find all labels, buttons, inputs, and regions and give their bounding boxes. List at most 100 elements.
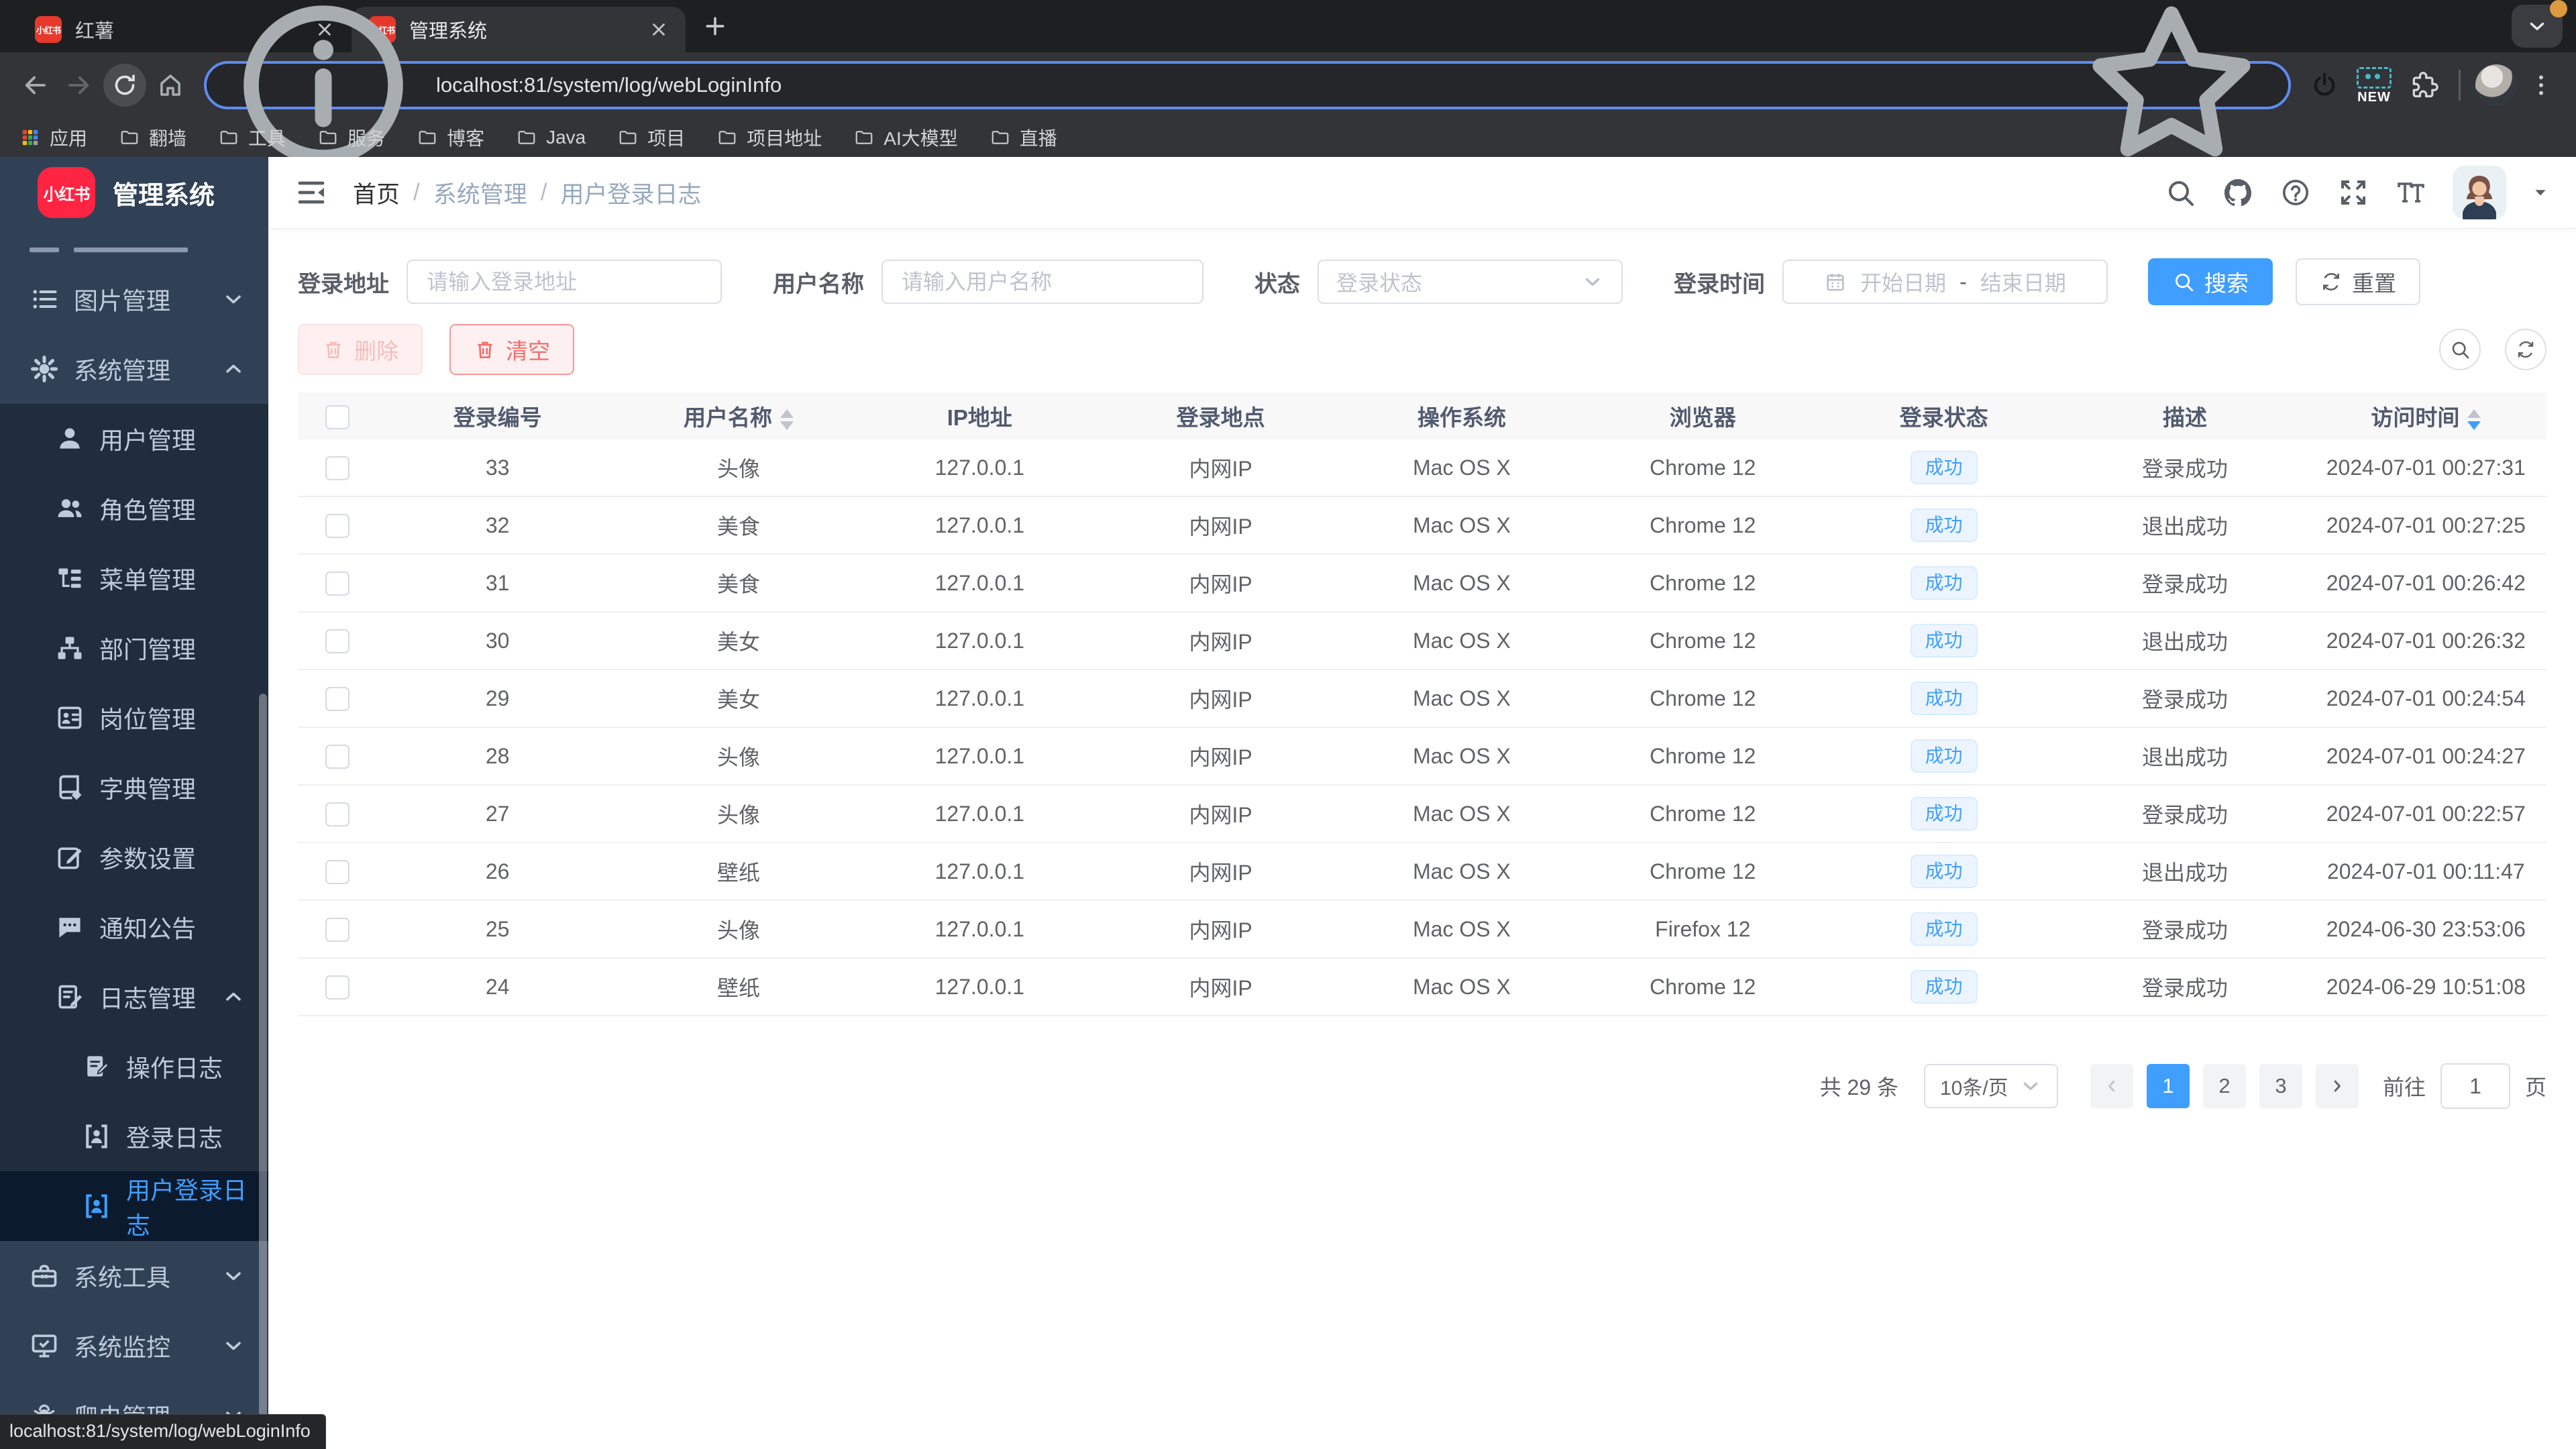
address-bar[interactable]: localhost:81/system/log/webLoginInfo <box>204 5 2291 165</box>
back-button[interactable] <box>15 65 55 105</box>
next-page-button[interactable] <box>2315 1064 2359 1108</box>
search-button[interactable]: 搜索 <box>2148 258 2273 305</box>
cell-id: 24 <box>377 958 619 1016</box>
sidebar-item-用户登录日志[interactable]: 用户登录日志 <box>0 1171 268 1241</box>
user-avatar[interactable] <box>2453 166 2506 219</box>
breadcrumb-item[interactable]: 系统管理 <box>433 176 527 210</box>
status-badge: 成功 <box>1910 855 1978 888</box>
toolbar-divider <box>2459 70 2461 101</box>
sort-carets[interactable] <box>780 409 794 430</box>
page-size-select[interactable]: 10条/页 <box>1923 1064 2058 1108</box>
extension-new-icon[interactable]: NEW <box>2357 66 2392 104</box>
prev-page-button[interactable] <box>2090 1064 2133 1108</box>
sidebar-item-图片管理[interactable]: 图片管理 <box>0 264 268 334</box>
question-icon[interactable] <box>2279 176 2312 209</box>
textsize-icon[interactable] <box>2395 176 2427 209</box>
sidebar-item-操作日志[interactable]: 操作日志 <box>0 1032 268 1102</box>
sidebar-item-系统监控[interactable]: 系统监控 <box>0 1311 268 1381</box>
extension-power-icon[interactable] <box>2304 65 2345 105</box>
cell-status: 成功 <box>1823 785 2065 843</box>
bookmark-item[interactable]: 项目地址 <box>717 124 822 151</box>
column-header[interactable]: 访问时间 <box>2305 392 2546 439</box>
bookmark-label: 项目地址 <box>747 128 822 149</box>
bookmark-item[interactable]: 项目 <box>618 124 685 151</box>
home-button[interactable] <box>150 65 191 105</box>
status-select[interactable]: 登录状态 <box>1318 260 1623 304</box>
browser-profile-avatar[interactable] <box>2475 64 2517 106</box>
column-header[interactable]: 用户名称 <box>618 392 859 439</box>
bookmark-item[interactable]: 服务 <box>318 124 385 151</box>
page-button-1[interactable]: 1 <box>2146 1064 2190 1108</box>
row-checkbox[interactable] <box>325 572 350 596</box>
browser-menu-kebab-icon[interactable] <box>2521 65 2561 105</box>
sidebar-item-岗位管理[interactable]: 岗位管理 <box>0 683 268 753</box>
goto-page-input[interactable]: 1 <box>2440 1063 2510 1109</box>
cell-user: 壁纸 <box>618 843 859 901</box>
cell-time: 2024-07-01 00:27:31 <box>2305 439 2546 497</box>
extensions-puzzle-icon[interactable] <box>2404 65 2444 105</box>
bookmark-item[interactable]: 应用 <box>20 124 87 151</box>
select-all-checkbox[interactable] <box>325 405 350 429</box>
search-icon[interactable] <box>2164 176 2196 209</box>
bookmark-item[interactable]: 工具 <box>219 124 286 151</box>
github-icon[interactable] <box>2222 176 2254 209</box>
chevron-down-icon <box>221 287 246 311</box>
column-header: 浏览器 <box>1582 392 1823 439</box>
username-input[interactable] <box>881 260 1203 304</box>
show-search-button[interactable] <box>2439 329 2481 370</box>
page-button-3[interactable]: 3 <box>2259 1064 2302 1108</box>
page-button-2[interactable]: 2 <box>2202 1064 2246 1108</box>
sidebar-item-参数设置[interactable]: 参数设置 <box>0 822 268 892</box>
delete-button[interactable]: 删除 <box>298 324 423 375</box>
row-checkbox[interactable] <box>325 629 350 654</box>
breadcrumb-separator: / <box>413 179 420 205</box>
bookmark-item[interactable]: 直播 <box>990 124 1057 151</box>
bookmark-item[interactable]: 翻墙 <box>119 124 186 151</box>
sidebar-item-菜单管理[interactable]: 菜单管理 <box>0 543 268 613</box>
caret-down-icon[interactable] <box>2532 184 2549 201</box>
row-checkbox[interactable] <box>325 975 350 1000</box>
row-checkbox[interactable] <box>325 514 350 539</box>
row-checkbox[interactable] <box>325 456 350 481</box>
row-checkbox[interactable] <box>325 687 350 712</box>
cell-desc: 退出成功 <box>2064 496 2306 555</box>
sidebar-item-用户管理[interactable]: 用户管理 <box>0 404 268 474</box>
sidebar-collapse-icon[interactable] <box>295 176 327 209</box>
tab-close-icon[interactable] <box>645 16 672 43</box>
new-tab-button[interactable] <box>696 7 734 45</box>
row-checkbox[interactable] <box>325 745 350 769</box>
sidebar-item-通知公告[interactable]: 通知公告 <box>0 892 268 962</box>
sidebar-scrollbar[interactable] <box>259 694 267 1445</box>
breadcrumb-item[interactable]: 首页 <box>353 176 400 210</box>
sidebar-item-日志管理[interactable]: 日志管理 <box>0 962 268 1032</box>
date-range-picker[interactable]: 开始日期 - 结束日期 <box>1782 260 2108 304</box>
cell-user: 美女 <box>618 612 859 670</box>
clear-button[interactable]: 清空 <box>449 324 574 375</box>
address-input[interactable] <box>407 260 722 304</box>
bookmark-item[interactable]: Java <box>517 127 586 148</box>
sidebar-item-字典管理[interactable]: 字典管理 <box>0 753 268 822</box>
address-input-field[interactable] <box>425 268 703 295</box>
reset-button[interactable]: 重置 <box>2296 258 2420 305</box>
username-input-field[interactable] <box>900 268 1185 295</box>
row-checkbox[interactable] <box>325 918 350 943</box>
bookmark-item[interactable]: 博客 <box>417 124 484 151</box>
sidebar-item-角色管理[interactable]: 角色管理 <box>0 474 268 543</box>
expand-icon[interactable] <box>2337 176 2369 209</box>
sidebar-item-部门管理[interactable]: 部门管理 <box>0 613 268 683</box>
tab-search-button[interactable] <box>2512 0 2567 48</box>
sort-carets[interactable] <box>2467 409 2481 430</box>
bookmark-item[interactable]: AI大模型 <box>854 124 958 151</box>
forward-button[interactable] <box>59 65 99 105</box>
sidebar-item-系统管理[interactable]: 系统管理 <box>0 334 268 404</box>
row-checkbox[interactable] <box>325 802 350 827</box>
row-checkbox[interactable] <box>325 860 350 885</box>
cell-id: 33 <box>377 439 619 497</box>
reload-button[interactable] <box>103 64 146 107</box>
url-text[interactable]: localhost:81/system/log/webLoginInfo <box>436 73 2059 97</box>
sidebar-item-系统工具[interactable]: 系统工具 <box>0 1241 268 1311</box>
sidebar-item-登录日志[interactable]: 登录日志 <box>0 1102 268 1171</box>
folder-icon <box>717 127 737 148</box>
refresh-table-button[interactable] <box>2505 329 2546 370</box>
breadcrumb-item[interactable]: 用户登录日志 <box>561 176 702 210</box>
